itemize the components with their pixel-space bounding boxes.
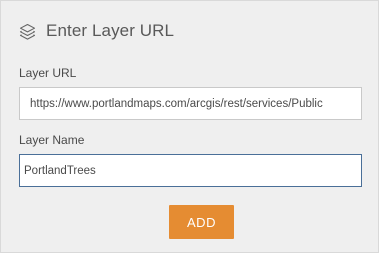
- layers-icon: [19, 23, 36, 40]
- panel-title: Enter Layer URL: [46, 21, 175, 40]
- layer-url-input[interactable]: [19, 87, 362, 120]
- enter-layer-url-panel: Enter Layer URL Layer URL Layer Name ADD: [0, 0, 379, 253]
- layer-url-label: Layer URL: [19, 66, 77, 80]
- layer-name-label: Layer Name: [19, 133, 85, 147]
- add-button[interactable]: ADD: [169, 205, 234, 239]
- panel-header: Enter Layer URL: [19, 20, 174, 42]
- layer-name-input[interactable]: [19, 154, 362, 187]
